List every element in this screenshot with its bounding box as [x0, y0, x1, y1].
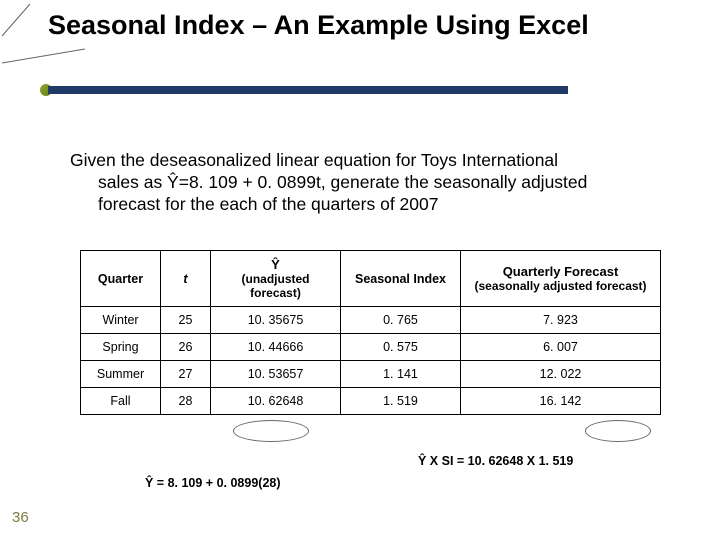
- body-line-3: forecast for the each of the quarters of…: [98, 194, 680, 216]
- cell-quarter: Fall: [81, 388, 161, 415]
- header-yhat-sub: (unadjusted forecast): [215, 272, 336, 300]
- cell-yhat: 10. 35675: [211, 307, 341, 334]
- cell-si: 0. 765: [341, 307, 461, 334]
- cell-t: 26: [161, 334, 211, 361]
- header-yhat: Ŷ (unadjusted forecast): [211, 251, 341, 307]
- header-quarter: Quarter: [81, 251, 161, 307]
- callout-oval-qf: [585, 420, 651, 442]
- table-row: Spring 26 10. 44666 0. 575 6. 007: [81, 334, 661, 361]
- body-line-2: sales as Ŷ=8. 109 + 0. 0899t, generate t…: [98, 172, 680, 194]
- cell-yhat: 10. 62648: [211, 388, 341, 415]
- cell-quarter: Winter: [81, 307, 161, 334]
- cell-qf: 12. 022: [461, 361, 661, 388]
- slide: Seasonal Index – An Example Using Excel …: [0, 0, 720, 540]
- slide-number: 36: [12, 509, 29, 526]
- title-underline: [48, 86, 568, 94]
- callout-tail-icon: [0, 45, 720, 74]
- annotation-equation-yhat: Ŷ = 8. 109 + 0. 0899(28): [145, 476, 281, 490]
- header-seasonal-index: Seasonal Index: [341, 251, 461, 307]
- cell-yhat: 10. 53657: [211, 361, 341, 388]
- header-quarterly-forecast: Quarterly Forecast (seasonally adjusted …: [461, 251, 661, 307]
- table-row: Winter 25 10. 35675 0. 765 7. 923: [81, 307, 661, 334]
- header-t-text: t: [183, 272, 187, 286]
- cell-si: 0. 575: [341, 334, 461, 361]
- header-t: t: [161, 251, 211, 307]
- cell-si: 1. 519: [341, 388, 461, 415]
- cell-yhat: 10. 44666: [211, 334, 341, 361]
- slide-title: Seasonal Index – An Example Using Excel: [48, 10, 668, 41]
- header-qf-sub: (seasonally adjusted forecast): [465, 279, 656, 293]
- body-line-1: Given the deseasonalized linear equation…: [70, 150, 558, 170]
- cell-qf: 7. 923: [461, 307, 661, 334]
- cell-qf: 16. 142: [461, 388, 661, 415]
- header-yhat-symbol: Ŷ: [215, 257, 336, 272]
- table-row: Fall 28 10. 62648 1. 519 16. 142: [81, 388, 661, 415]
- header-qf-top: Quarterly Forecast: [465, 264, 656, 279]
- cell-qf: 6. 007: [461, 334, 661, 361]
- cell-t: 25: [161, 307, 211, 334]
- table-header-row: Quarter t Ŷ (unadjusted forecast) Season…: [81, 251, 661, 307]
- forecast-table-wrap: Quarter t Ŷ (unadjusted forecast) Season…: [80, 250, 660, 415]
- cell-quarter: Spring: [81, 334, 161, 361]
- cell-t: 27: [161, 361, 211, 388]
- cell-t: 28: [161, 388, 211, 415]
- callout-oval-yhat: [233, 420, 309, 442]
- forecast-table: Quarter t Ŷ (unadjusted forecast) Season…: [80, 250, 661, 415]
- cell-quarter: Summer: [81, 361, 161, 388]
- body-paragraph: Given the deseasonalized linear equation…: [70, 150, 680, 216]
- table-row: Summer 27 10. 53657 1. 141 12. 022: [81, 361, 661, 388]
- cell-si: 1. 141: [341, 361, 461, 388]
- annotation-equation-product: Ŷ X SI = 10. 62648 X 1. 519: [418, 454, 573, 468]
